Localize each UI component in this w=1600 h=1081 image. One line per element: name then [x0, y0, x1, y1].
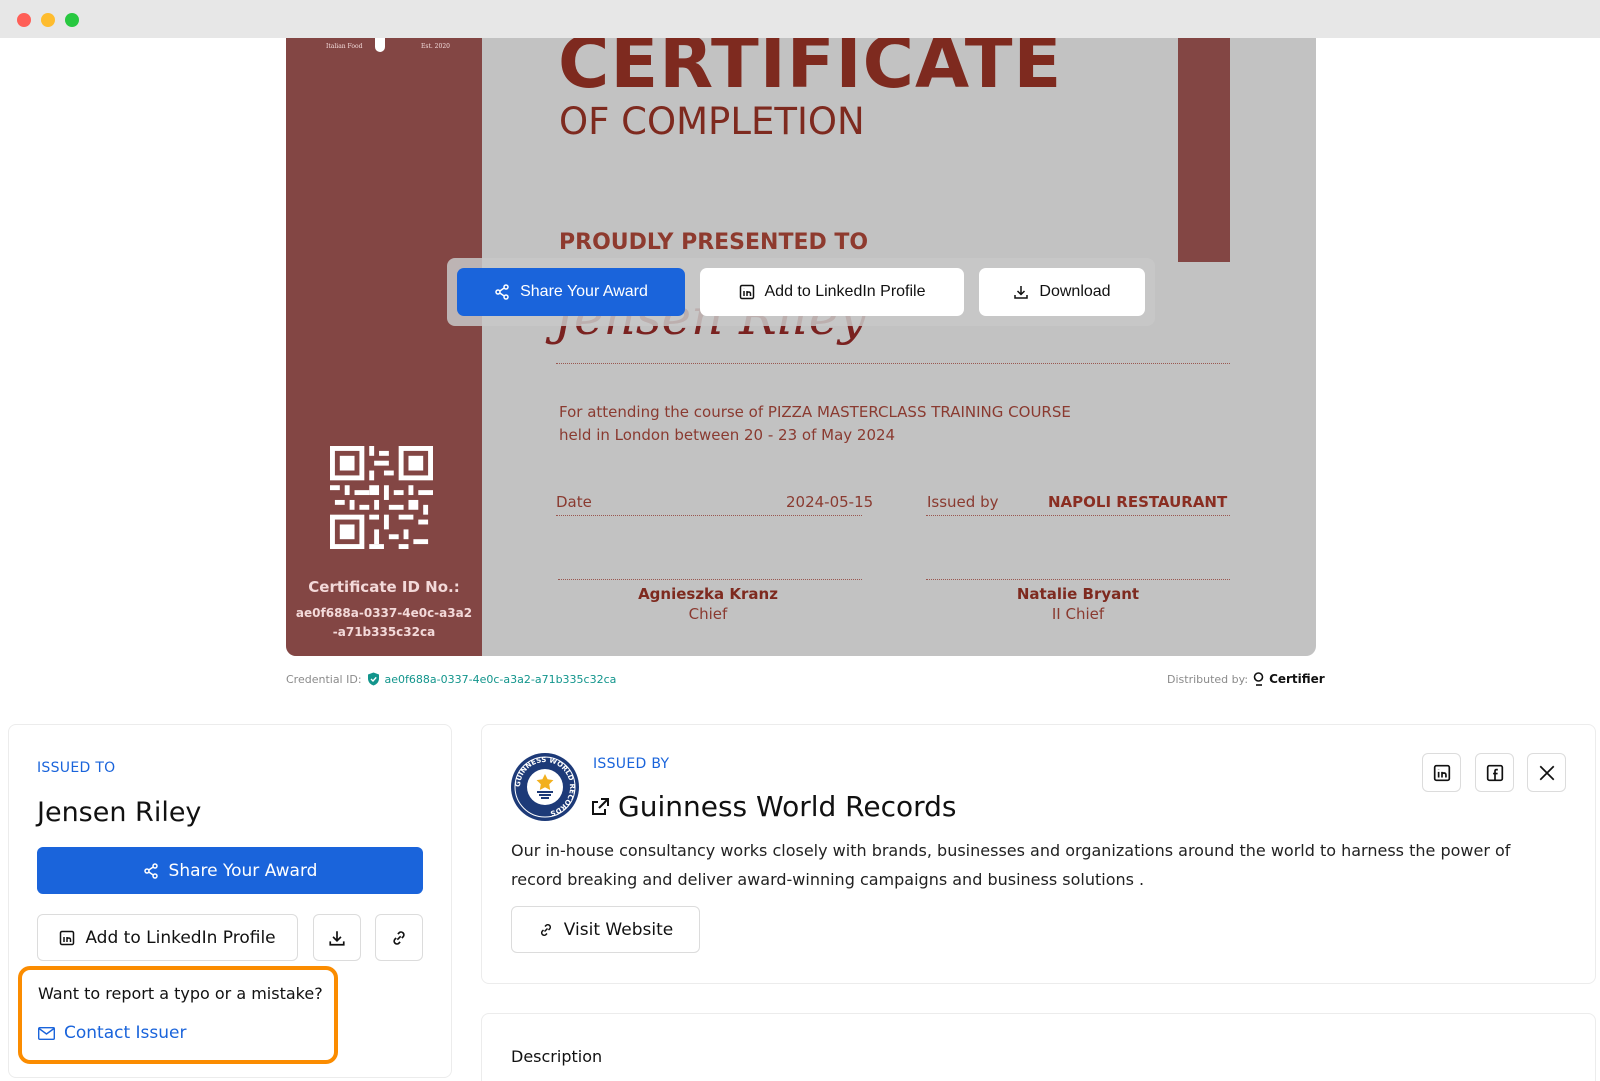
visit-website-label: Visit Website: [563, 919, 674, 940]
certificate-title: CERTIFICATE: [558, 38, 1063, 104]
certificate-logo-mark: [375, 38, 385, 52]
description-card: [481, 1013, 1596, 1081]
share-icon: [495, 284, 509, 300]
overlay-download-button[interactable]: Download: [979, 268, 1145, 316]
certificate-issued-by-label: Issued by: [927, 493, 999, 511]
contact-issuer-label: Contact Issuer: [64, 1023, 187, 1043]
overlay-linkedin-label: Add to LinkedIn Profile: [764, 283, 926, 300]
report-question: Want to report a typo or a mistake?: [38, 984, 323, 1003]
window-titlebar: [0, 0, 1600, 38]
issued-by-label: ISSUED BY: [593, 756, 670, 772]
copy-link-button[interactable]: [375, 914, 423, 961]
x-share-button[interactable]: [1527, 753, 1566, 792]
credential-id-label: Credential ID:: [286, 672, 362, 686]
credential-id-link[interactable]: ae0f688a-0337-4e0c-a3a2-a71b335c32ca: [385, 673, 617, 686]
description-title: Description: [511, 1047, 603, 1066]
add-linkedin-label: Add to LinkedIn Profile: [85, 927, 276, 948]
overlay-share-award-button[interactable]: Share Your Award: [457, 268, 685, 316]
course-line-1: For attending the course of PIZZA MASTER…: [559, 403, 1071, 421]
certificate-id-value: ae0f688a-0337-4e0c-a3a2-a71b335c32ca: [295, 606, 473, 639]
signature-line-2: [926, 579, 1230, 580]
signer-2-name: Natalie Bryant: [1016, 585, 1140, 603]
distributed-by-row: Distributed by: Certifier: [1167, 672, 1325, 686]
download-icon: [1014, 286, 1029, 299]
qr-code-icon: [330, 446, 433, 549]
visit-website-button[interactable]: Visit Website: [511, 906, 700, 953]
facebook-share-button[interactable]: [1475, 753, 1514, 792]
x-twitter-icon: [1539, 765, 1554, 780]
overlay-share-label: Share Your Award: [520, 283, 648, 300]
mail-icon: [38, 1026, 55, 1040]
share-award-button[interactable]: Share Your Award: [37, 847, 423, 894]
certificate-logo-left-text: Italian Food: [326, 43, 363, 50]
credential-id-row: Credential ID: ae0f688a-0337-4e0c-a3a2-a…: [286, 672, 616, 686]
course-line-2: held in London between 20 - 23 of May 20…: [559, 426, 896, 444]
certificate-right-band: [1178, 38, 1230, 262]
link-icon: [393, 930, 405, 945]
certificate-id-label: Certificate ID No.:: [308, 578, 460, 596]
signer-1-name: Agnieszka Kranz: [638, 585, 778, 603]
issuer-description: Our in-house consultancy works closely w…: [511, 841, 1511, 889]
close-window-button[interactable]: [17, 13, 31, 27]
issuer-name: Guinness World Records: [618, 790, 957, 823]
facebook-icon: [1486, 764, 1503, 781]
add-linkedin-button[interactable]: Add to LinkedIn Profile: [37, 914, 298, 961]
download-icon: [329, 930, 345, 946]
linkedin-icon: [60, 930, 75, 945]
signer-1-role: Chief: [688, 605, 728, 623]
signature-line-1: [558, 579, 862, 580]
share-icon: [143, 862, 158, 879]
download-button[interactable]: [313, 914, 361, 961]
external-link-icon: [592, 797, 609, 815]
certificate-date-value: 2024-05-15: [786, 493, 874, 511]
distributed-by-label: Distributed by:: [1167, 672, 1249, 686]
overlay-download-label: Download: [1039, 283, 1111, 300]
certificate-image: Italian Food Est. 2020 Certificate ID No…: [286, 38, 1316, 656]
certificate-date-line: [556, 515, 862, 516]
minimize-window-button[interactable]: [41, 13, 55, 27]
certifier-brand[interactable]: Certifier: [1269, 672, 1325, 686]
certificate-left-band: Italian Food Est. 2020 Certificate ID No…: [286, 38, 482, 656]
certificate-presented-to: PROUDLY PRESENTED TO: [559, 230, 869, 255]
signer-2: Natalie Bryant II Chief: [928, 585, 1228, 623]
certificate-issued-by-value: NAPOLI RESTAURANT: [1048, 493, 1228, 511]
certificate-name-line: [556, 363, 1230, 364]
certificate-issued-line: [926, 515, 1230, 516]
signer-1: Agnieszka Kranz Chief: [558, 585, 858, 623]
linkedin-icon: [739, 284, 754, 300]
certificate-subtitle: OF COMPLETION: [559, 100, 865, 143]
certificate-date-label: Date: [556, 493, 592, 511]
share-award-label: Share Your Award: [168, 860, 318, 881]
recipient-name: Jensen Riley: [37, 797, 202, 828]
report-mistake-box: Want to report a typo or a mistake? Cont…: [18, 966, 338, 1064]
certificate-logo-right-text: Est. 2020: [421, 43, 450, 50]
certifier-logo-icon: [1253, 672, 1264, 686]
signer-2-role: II Chief: [1051, 605, 1105, 623]
overlay-add-linkedin-button[interactable]: Add to LinkedIn Profile: [700, 268, 964, 316]
contact-issuer-link[interactable]: Contact Issuer: [38, 1023, 187, 1043]
verified-shield-icon: [367, 672, 379, 686]
link-icon: [540, 923, 551, 936]
linkedin-share-button[interactable]: [1422, 753, 1461, 792]
certificate-course-text: For attending the course of PIZZA MASTER…: [559, 401, 1159, 447]
maximize-window-button[interactable]: [65, 13, 79, 27]
guinness-world-records-logo: GUINNESS WORLD RECORDS: [511, 753, 579, 821]
linkedin-icon: [1433, 764, 1450, 781]
issued-to-label: ISSUED TO: [37, 760, 116, 776]
issuer-name-link[interactable]: Guinness World Records: [590, 790, 957, 823]
